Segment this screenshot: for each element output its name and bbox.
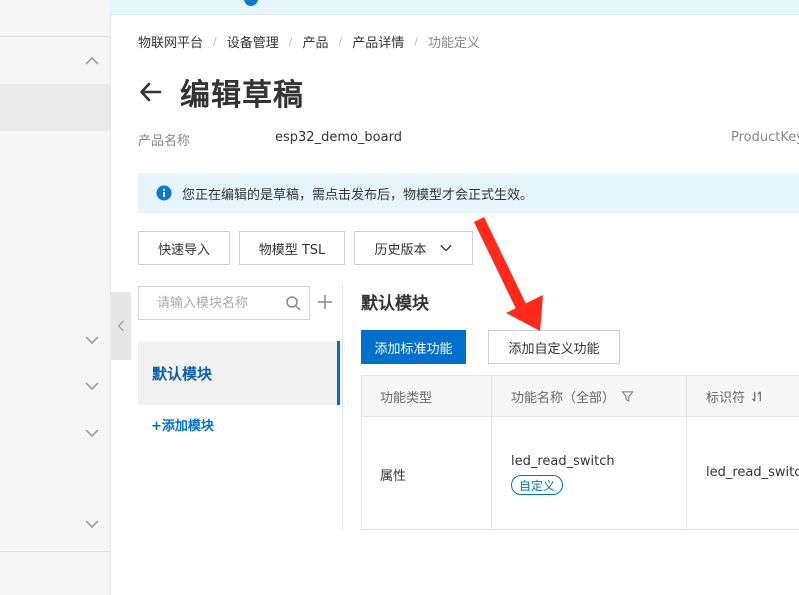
add-standard-function-button[interactable]: 添加标准功能 bbox=[361, 330, 466, 364]
column-header-type-label: 功能类型 bbox=[380, 391, 433, 406]
column-header-name-label: 功能名称（全部） bbox=[511, 391, 616, 406]
custom-tag-badge: 自定义 bbox=[511, 475, 564, 495]
breadcrumb-item[interactable]: 产品 bbox=[302, 32, 328, 51]
column-header-name[interactable]: 功能名称（全部） bbox=[511, 376, 634, 417]
module-search bbox=[138, 286, 310, 320]
chevron-down-icon bbox=[439, 244, 452, 252]
sidebar bbox=[0, 0, 111, 595]
breadcrumb-current: 功能定义 bbox=[427, 35, 480, 51]
panel-divider bbox=[342, 285, 343, 530]
table-header: 功能类型 功能名称（全部） 标识符 bbox=[362, 376, 799, 417]
cell-function-type: 属性 bbox=[380, 469, 407, 484]
breadcrumb: 物联网平台 / 设备管理 / 产品 / 产品详情 / 功能定义 bbox=[138, 31, 480, 51]
chevron-down-icon[interactable] bbox=[84, 425, 100, 441]
chevron-down-icon[interactable] bbox=[84, 378, 100, 394]
breadcrumb-separator: / bbox=[414, 34, 418, 48]
module-item-default[interactable]: 默认模块 bbox=[138, 341, 340, 405]
breadcrumb-separator: / bbox=[288, 34, 293, 48]
add-module-link[interactable]: +添加模块 bbox=[151, 415, 214, 434]
page-title: 编辑草稿 bbox=[180, 78, 304, 113]
productkey-label: ProductKey bbox=[731, 130, 799, 145]
tsl-label: 物模型 TSL bbox=[258, 242, 326, 258]
page-header: 编辑草稿 bbox=[138, 72, 304, 113]
section-title: 默认模块 bbox=[361, 294, 429, 314]
sort-icon[interactable] bbox=[751, 390, 764, 403]
function-table: 功能类型 功能名称（全部） 标识符 属性 led_read_switch 自定义… bbox=[361, 375, 799, 530]
product-name-value: esp32_demo_board bbox=[275, 130, 402, 145]
breadcrumb-separator: / bbox=[213, 34, 217, 48]
column-header-type: 功能类型 bbox=[380, 376, 432, 417]
breadcrumb-item[interactable]: 物联网平台 bbox=[138, 32, 203, 51]
chevron-down-icon[interactable] bbox=[84, 516, 100, 532]
cell-function-name: led_read_switch bbox=[511, 454, 615, 469]
cell-identifier: led_read_switch bbox=[706, 465, 799, 480]
history-version-label: 历史版本 bbox=[374, 242, 427, 258]
top-banner bbox=[110, 0, 799, 15]
add-custom-function-button[interactable]: 添加自定义功能 bbox=[488, 330, 620, 364]
history-version-dropdown[interactable]: 历史版本 bbox=[354, 231, 473, 265]
breadcrumb-item[interactable]: 设备管理 bbox=[227, 32, 279, 51]
module-item-label: 默认模块 bbox=[152, 364, 213, 383]
sidebar-item-active[interactable] bbox=[0, 84, 110, 131]
add-module-plus-icon[interactable] bbox=[316, 293, 334, 311]
info-icon bbox=[156, 185, 172, 201]
tsl-button[interactable]: 物模型 TSL bbox=[239, 231, 345, 265]
breadcrumb-item[interactable]: 产品详情 bbox=[352, 32, 404, 51]
search-icon[interactable] bbox=[285, 295, 301, 311]
add-standard-function-label: 添加标准功能 bbox=[374, 341, 453, 357]
column-header-identifier-label: 标识符 bbox=[706, 391, 746, 406]
notice-text: 您正在编辑的是草稿，需点击发布后，物模型才会正式生效。 bbox=[182, 187, 534, 203]
quick-import-button[interactable]: 快速导入 bbox=[138, 231, 230, 265]
chevron-down-icon[interactable] bbox=[84, 332, 100, 348]
chevron-up-icon[interactable] bbox=[84, 53, 100, 69]
banner-info-icon bbox=[244, 0, 258, 6]
filter-icon[interactable] bbox=[621, 390, 634, 403]
quick-import-label: 快速导入 bbox=[157, 242, 210, 258]
column-header-identifier[interactable]: 标识符 bbox=[706, 376, 764, 417]
chevron-left-icon bbox=[117, 320, 124, 332]
back-arrow-icon[interactable] bbox=[138, 79, 164, 105]
sidebar-divider bbox=[0, 551, 110, 552]
column-divider bbox=[686, 376, 687, 529]
add-custom-function-label: 添加自定义功能 bbox=[508, 341, 600, 357]
draft-notice: 您正在编辑的是草稿，需点击发布后，物模型才会正式生效。 bbox=[138, 173, 799, 213]
column-divider bbox=[491, 376, 492, 529]
module-search-input[interactable] bbox=[139, 287, 297, 319]
sidebar-divider bbox=[0, 36, 110, 37]
breadcrumb-separator: / bbox=[338, 34, 343, 48]
collapse-panel-handle[interactable] bbox=[110, 292, 131, 360]
product-name-label: 产品名称 bbox=[138, 134, 191, 149]
